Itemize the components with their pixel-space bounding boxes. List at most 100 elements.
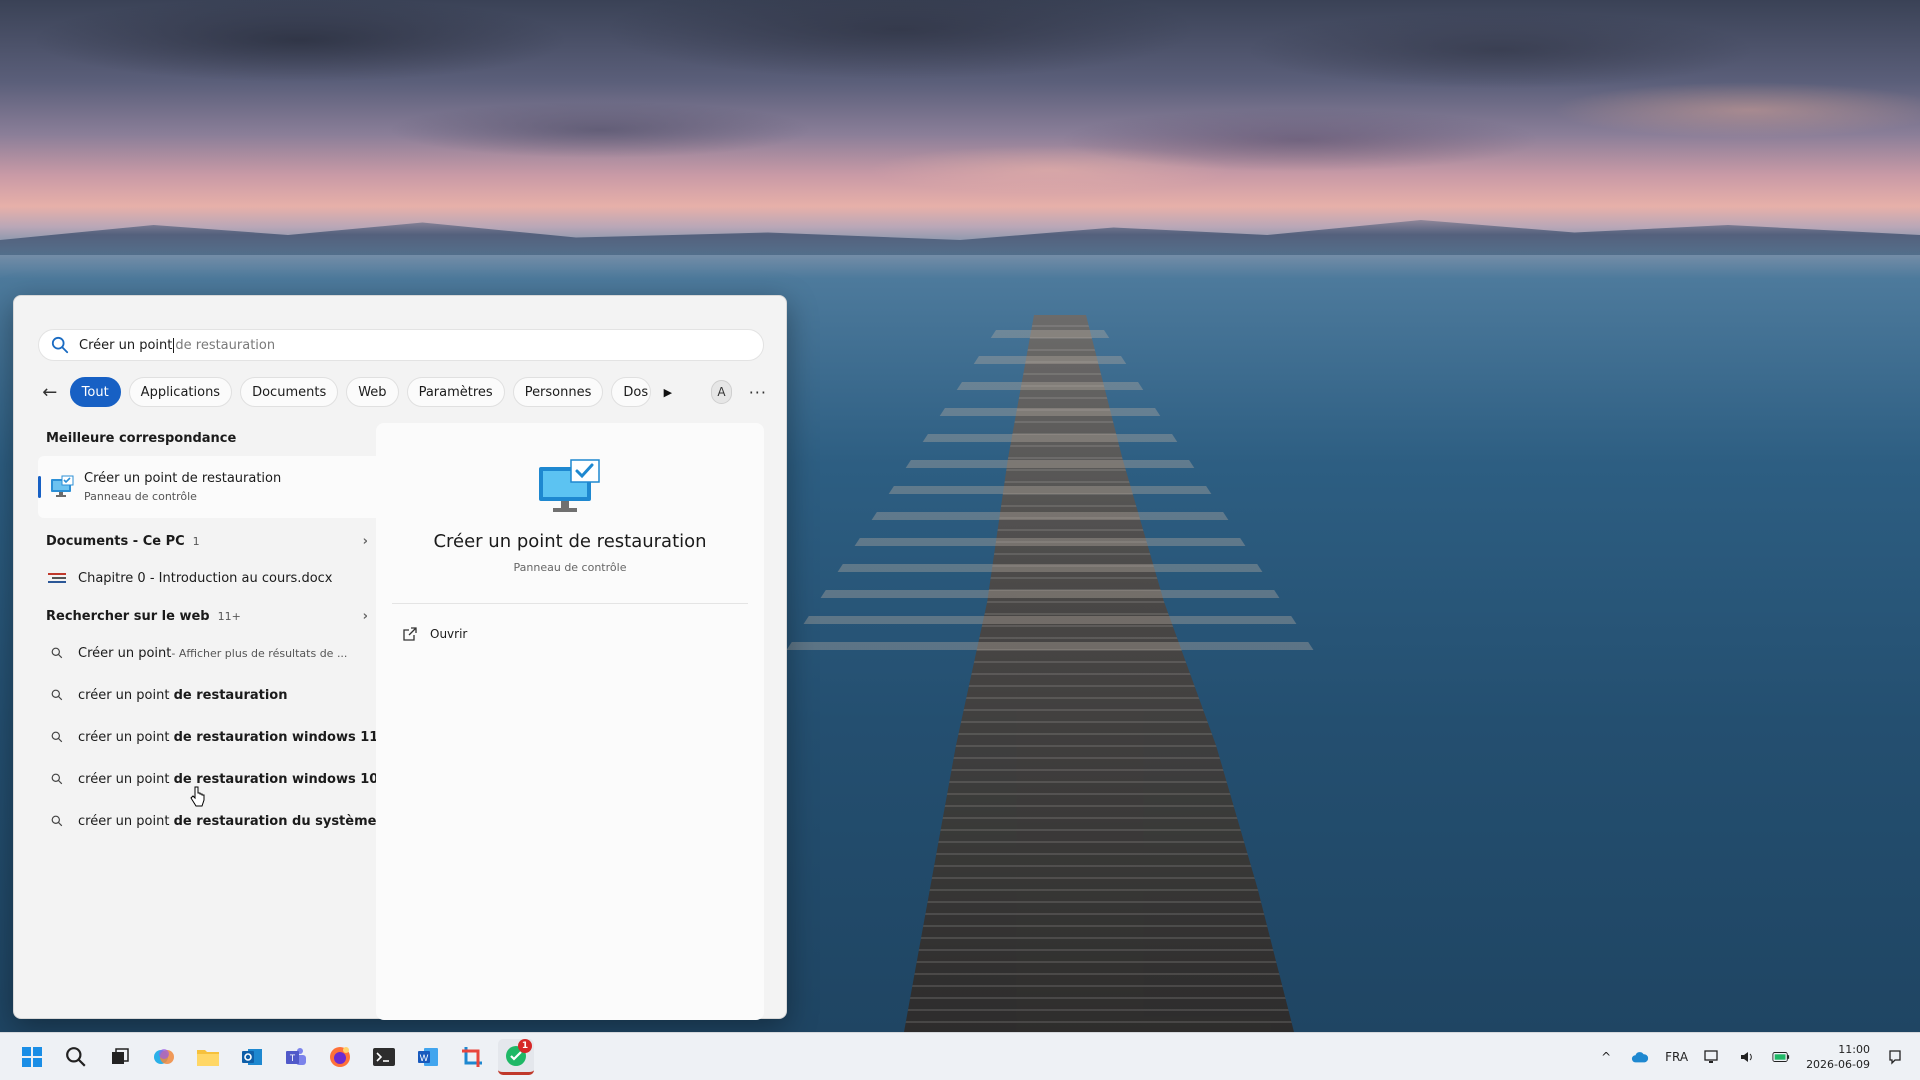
tab-all[interactable]: Tout [69,377,121,407]
taskbar-copilot[interactable] [146,1039,182,1075]
more-options-icon[interactable]: ··· [748,380,768,404]
taskbar-word[interactable]: W [410,1039,446,1075]
search-icon [51,336,69,354]
results-list: Meilleure correspondance Créer un point … [38,421,382,842]
notification-badge: 1 [518,1039,532,1053]
search-suggestion-text: de restauration [175,337,276,353]
taskbar-firefox[interactable] [322,1039,358,1075]
start-search-panel: Créer un point de restauration ← Tout App… [13,295,787,1020]
notification-center-icon[interactable] [1886,1048,1904,1066]
best-match-heading-label: Meilleure correspondance [46,431,237,446]
taskbar-file-explorer[interactable] [190,1039,226,1075]
best-match-item[interactable]: Créer un point de restauration Panneau d… [38,456,382,518]
open-external-icon [403,627,417,641]
preview-pane: Créer un point de restauration Panneau d… [376,423,764,1020]
web-result-bold: de restauration du système [173,813,377,829]
document-result-label: Chapitre 0 - Introduction au cours.docx [78,570,333,586]
clock[interactable]: 11:00 2026-06-09 [1806,1042,1870,1072]
web-result-label: créer un point [78,687,170,703]
taskbar-terminal[interactable] [366,1039,402,1075]
volume-icon[interactable] [1738,1048,1756,1066]
document-result-item[interactable]: Chapitre 0 - Introduction au cours.docx [38,557,382,599]
folder-icon [197,1050,219,1066]
documents-count: 1 [192,535,200,548]
tab-applications[interactable]: Applications [128,377,233,407]
taskbar-outlook[interactable] [234,1039,270,1075]
open-action-label: Ouvrir [430,627,468,641]
web-result-label: Créer un point [78,645,172,661]
best-match-title: Créer un point de restauration [84,471,282,486]
selection-accent [38,476,41,498]
web-result-item[interactable]: créer un point de restauration du systèm… [38,800,382,842]
web-result-item[interactable]: créer un point de restauration windows 1… [38,716,382,758]
system-tray: ^ FRA 11:00 2026-06-09 [1597,1033,1904,1080]
preview-divider [392,603,748,604]
taskbar-search-button[interactable] [58,1039,94,1075]
search-icon [46,644,68,662]
windows-logo-icon [22,1047,42,1067]
restore-point-icon [51,475,74,497]
search-icon [46,770,68,788]
tab-folders[interactable]: Dos [611,377,651,407]
preview-title: Créer un point de restauration [433,531,707,552]
svg-text:T: T [290,1053,296,1063]
filter-bar: ← Tout Applications Documents Web Paramè… [38,376,768,408]
play-icon[interactable]: ▶ [659,381,678,403]
task-view-icon [112,1048,129,1064]
chevron-right-icon: › [362,534,368,549]
back-arrow-icon[interactable]: ← [38,378,62,406]
wallpaper-clouds [0,0,1920,240]
word-document-icon [48,573,66,583]
search-icon [66,1047,86,1067]
avatar[interactable]: A [711,380,732,404]
copilot-icon [154,1049,174,1064]
onedrive-icon[interactable] [1631,1048,1649,1066]
wallpaper-pier-planks [780,330,1320,660]
svg-text:W: W [420,1053,429,1063]
tab-web[interactable]: Web [346,377,399,407]
clock-time: 11:00 [1838,1043,1870,1056]
web-result-item[interactable]: créer un point de restauration windows 1… [38,758,382,800]
best-match-heading: Meilleure correspondance [38,421,382,454]
preview-subtitle: Panneau de contrôle [513,561,627,574]
restore-point-icon [539,459,600,512]
taskbar-teams[interactable]: T [278,1039,314,1075]
task-view-button[interactable] [102,1039,138,1075]
chevron-up-icon[interactable]: ^ [1597,1048,1615,1066]
taskbar-snipping-tool[interactable] [454,1039,490,1075]
search-icon [46,686,68,704]
chevron-right-icon: › [362,609,368,624]
web-result-bold: de restauration windows 10 [173,771,379,787]
search-input[interactable]: Créer un point de restauration [38,329,764,361]
web-result-bold: de restauration [173,687,288,703]
language-indicator[interactable]: FRA [1665,1050,1688,1064]
taskbar: T W 1 ^ FRA 11:00 2026-06-09 [0,1032,1920,1080]
battery-icon[interactable] [1772,1048,1790,1066]
tab-documents[interactable]: Documents [240,377,339,407]
taskbar-active-app[interactable]: 1 [498,1039,534,1075]
web-search-heading[interactable]: Rechercher sur le web 11+ › [38,599,382,632]
text-caret [173,337,175,353]
documents-heading[interactable]: Documents - Ce PC 1 › [38,524,382,557]
web-search-heading-label: Rechercher sur le web [46,609,210,624]
outlook-icon [242,1049,262,1065]
web-result-item[interactable]: créer un point de restauration [38,674,382,716]
search-icon [46,812,68,830]
web-result-label: créer un point [78,729,170,745]
taskbar-apps: T W 1 [14,1039,534,1075]
search-icon [46,728,68,746]
web-result-item[interactable]: Créer un point - Afficher plus de résult… [38,632,382,674]
network-icon[interactable] [1704,1048,1722,1066]
web-result-bold: de restauration windows 11 [173,729,379,745]
web-search-count: 11+ [217,610,241,623]
snipping-tool-icon [462,1047,482,1067]
firefox-icon [330,1047,350,1067]
tab-people[interactable]: Personnes [512,377,604,407]
web-result-label: créer un point [78,771,170,787]
mouse-cursor-icon [190,786,205,807]
clock-date: 2026-06-09 [1806,1058,1870,1071]
start-button[interactable] [14,1039,50,1075]
web-result-label: créer un point [78,813,170,829]
tab-settings[interactable]: Paramètres [406,377,505,407]
open-action[interactable]: Ouvrir [402,626,467,642]
